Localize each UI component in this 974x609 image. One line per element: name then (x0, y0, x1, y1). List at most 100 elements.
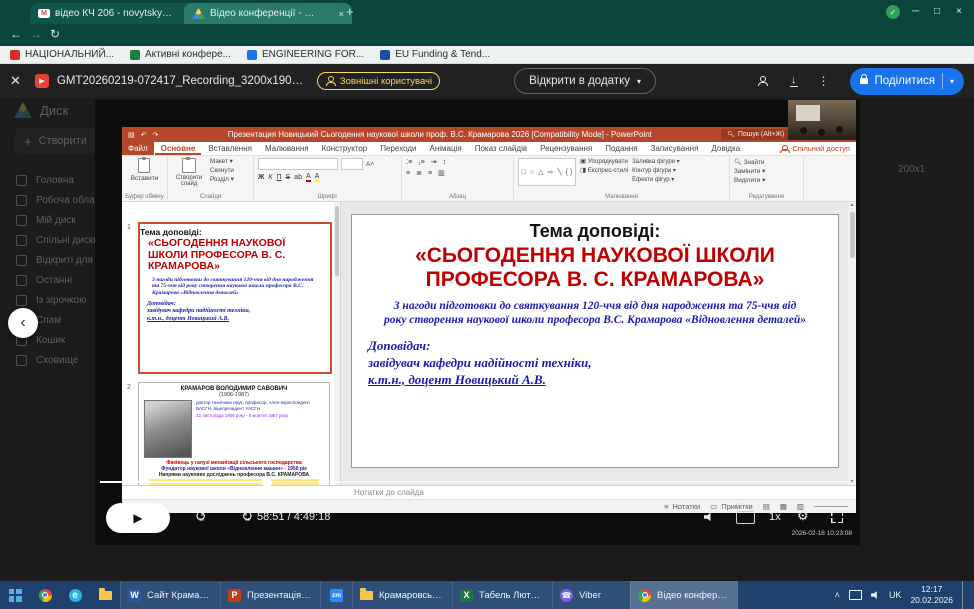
bookmark-item[interactable]: Активні конфере... (130, 49, 231, 60)
shape-effects-button[interactable]: Ефекти фігур ▾ (632, 176, 680, 183)
align-left-icon[interactable]: ≡ (406, 170, 410, 177)
redo-icon[interactable]: ↷ (153, 131, 159, 139)
strikethrough-button[interactable]: S (286, 174, 291, 181)
comments-toggle[interactable]: ▭ Примітки (710, 502, 753, 511)
slide-2-thumbnail[interactable]: КРАМАРОВ ВОЛОДИМИР САВОВИЧ (1906-1987) д… (138, 382, 330, 485)
taskbar-app-excel[interactable]: X Табель Лютий 3... (452, 581, 552, 609)
tab-review[interactable]: Рецензування (534, 143, 598, 155)
tab-transitions[interactable]: Переходи (374, 143, 422, 155)
paste-button[interactable]: Вставити (131, 158, 159, 182)
download-icon[interactable]: ↓ (790, 76, 798, 87)
scroll-up-icon[interactable]: ▲ (848, 202, 856, 208)
text-shadow-icon[interactable]: ab (294, 174, 302, 181)
tab-file[interactable]: Файл (122, 142, 154, 155)
network-icon[interactable] (849, 590, 862, 600)
more-options-icon[interactable]: ⋮ (818, 74, 830, 88)
taskbar-app-folder[interactable]: Крамаровські чи... (352, 581, 452, 609)
grow-font-icon[interactable]: A˄ (366, 161, 374, 168)
tab-record[interactable]: Записування (645, 143, 705, 155)
tab-close-icon[interactable]: × (339, 9, 344, 19)
zoom-slider[interactable] (814, 506, 848, 507)
tab-home[interactable]: Основне (155, 143, 202, 155)
forward-10-icon[interactable]: ↻10 (241, 508, 253, 524)
bookmark-item[interactable]: НАЦІОНАЛЬНИЙ... (10, 49, 114, 60)
line-spacing-icon[interactable]: ↕ (443, 159, 447, 166)
save-icon[interactable]: ▤ (128, 131, 135, 139)
taskbar-chrome-icon[interactable] (30, 581, 60, 609)
underline-button[interactable]: П (276, 174, 281, 181)
slide-1-thumbnail[interactable]: Тема доповіді: «СЬОГОДЕННЯ НАУКОВОЇ ШКОЛ… (138, 222, 332, 374)
section-button[interactable]: Розділ ▾ (210, 176, 234, 183)
shapes-gallery[interactable]: □ ○ △ ⇨ ╲ { } (518, 158, 576, 186)
playback-speed-button[interactable]: 1x (769, 511, 781, 523)
font-size-select[interactable] (341, 158, 363, 170)
bullets-icon[interactable]: ⁚≡ (406, 158, 412, 166)
scrollbar-thumb[interactable] (335, 206, 339, 276)
ppt-search-box[interactable]: 🔍︎ Пошук (Alt+Ж) (721, 129, 790, 140)
undo-icon[interactable]: ↶ (141, 131, 147, 139)
settings-gear-icon[interactable]: ⚙ (797, 508, 809, 524)
taskbar-app-powerpoint[interactable]: P Презентація Нов... (220, 581, 320, 609)
bookmark-item[interactable]: ENGINEERING FOR... (247, 49, 364, 60)
taskbar-explorer-icon[interactable] (90, 581, 120, 609)
reload-icon[interactable]: ↻ (50, 27, 60, 41)
previous-file-button[interactable]: ‹ (8, 308, 38, 338)
show-desktop-button[interactable] (962, 581, 966, 609)
new-tab-button[interactable]: + (346, 4, 354, 19)
browser-update-icon[interactable]: ✓ (886, 5, 900, 19)
seek-bar[interactable] (100, 481, 855, 483)
arrange-button[interactable]: ▣ Упорядкувати (580, 158, 628, 165)
back-icon[interactable]: ← (10, 27, 22, 41)
tab-slideshow[interactable]: Показ слайдів (469, 143, 533, 155)
bold-button[interactable]: Ж (258, 174, 264, 181)
video-frame[interactable]: ▤ ↶ ↷ Презентация Новицький Сьогодення н… (95, 100, 860, 545)
notes-toggle[interactable]: ≡ Нотатки (664, 502, 700, 511)
tab-animations[interactable]: Анімація (424, 143, 468, 155)
forward-icon[interactable]: → (30, 27, 42, 41)
window-close-icon[interactable]: × (956, 6, 962, 17)
close-preview-icon[interactable]: ✕ (10, 73, 21, 89)
view-normal-icon[interactable]: ▤ (763, 502, 770, 511)
bookmark-item[interactable]: EU Funding & Tend... (380, 49, 490, 60)
thumbnail-scrollbar[interactable] (334, 202, 340, 485)
indent-icon[interactable]: ⇥ (431, 158, 437, 166)
play-button[interactable]: ▶ (106, 503, 170, 533)
tray-volume-icon[interactable] (871, 591, 880, 600)
tab-insert[interactable]: Вставлення (202, 143, 258, 155)
quick-styles-button[interactable]: ◨ Експрес-стилі (580, 167, 628, 174)
shape-fill-button[interactable]: Заливка фігури ▾ (632, 158, 680, 165)
layout-button[interactable]: Макет ▾ (210, 158, 234, 165)
taskbar-app-viber[interactable]: ☎ Viber (552, 581, 630, 609)
align-center-icon[interactable]: ≣ (416, 169, 422, 177)
taskbar-app-zoom[interactable]: zm (320, 581, 352, 609)
language-indicator[interactable]: UK (889, 590, 902, 600)
notes-pane[interactable]: Нотатки до слайда (122, 485, 856, 499)
window-maximize-icon[interactable]: □ (934, 6, 940, 17)
font-name-select[interactable] (258, 158, 338, 170)
browser-tab-1[interactable]: M відео КЧ 206 - novytskyy@nub... (30, 3, 198, 24)
taskbar-app-word[interactable]: W Сайт Крамаровс... (120, 581, 220, 609)
open-in-app-button[interactable]: Відкрити в додатку ▾ (514, 68, 656, 94)
align-right-icon[interactable]: ≡ (428, 170, 432, 177)
tab-draw[interactable]: Малювання (259, 143, 315, 155)
window-minimize-icon[interactable]: ─ (912, 6, 919, 17)
select-button[interactable]: Виділити ▾ (734, 177, 765, 184)
new-slide-button[interactable]: Створити слайд (172, 158, 206, 187)
italic-button[interactable]: К (268, 174, 272, 181)
highlight-color-icon[interactable]: А (315, 173, 320, 182)
font-color-icon[interactable]: А (306, 173, 311, 182)
numbering-icon[interactable]: ₁≡ (418, 159, 424, 166)
ppt-share-button[interactable]: Спільний доступ (779, 144, 850, 153)
taskbar-clock[interactable]: 12:17 20.02.2026 (910, 584, 953, 605)
taskbar-app-chrome-video[interactable]: Відео конференц... (630, 581, 738, 609)
share-user-icon[interactable] (757, 76, 770, 86)
share-button[interactable]: Поділитися ▾ (850, 68, 965, 95)
captions-icon[interactable] (736, 511, 755, 524)
taskbar-edge-icon[interactable]: e (60, 581, 90, 609)
tab-help[interactable]: Довідка (705, 143, 746, 155)
reset-button[interactable]: Скинути (210, 167, 234, 174)
find-button[interactable]: 🔍︎ Знайти (734, 158, 765, 166)
tab-view[interactable]: Подання (599, 143, 643, 155)
volume-icon[interactable] (704, 512, 714, 522)
slide-canvas[interactable]: Тема доповіді: «СЬОГОДЕННЯ НАУКОВОЇ ШКОЛ… (351, 214, 839, 468)
